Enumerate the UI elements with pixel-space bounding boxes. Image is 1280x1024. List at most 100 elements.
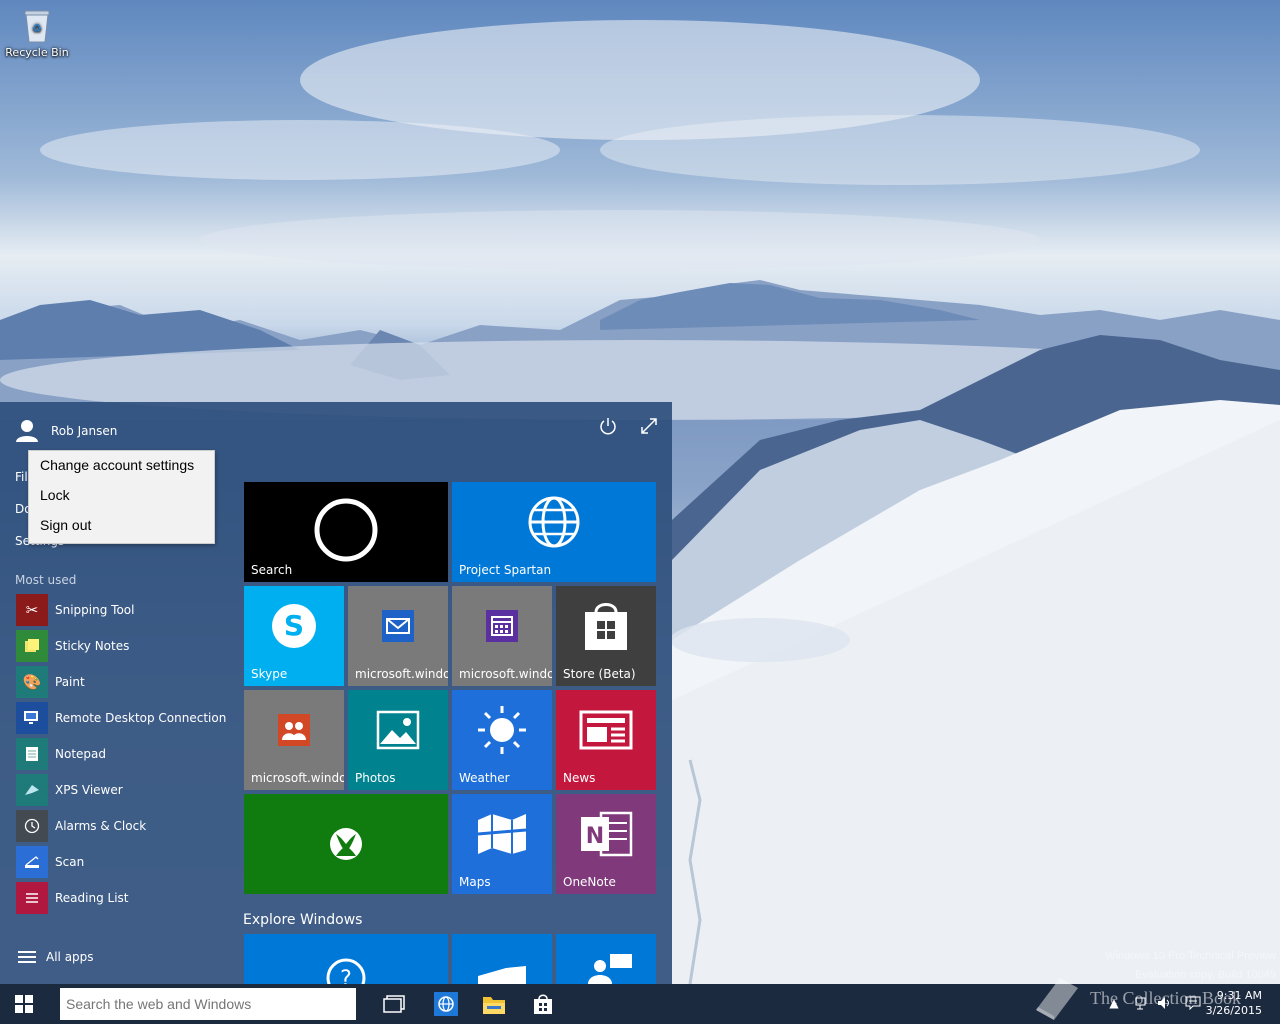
globe-icon [452,482,656,562]
tile-skype[interactable]: S Skype [244,586,344,686]
tile-label: Project Spartan [459,563,552,577]
tile-xbox[interactable] [244,794,448,894]
svg-text:♻: ♻ [32,22,42,35]
help-icon: ? [326,958,366,984]
tile-label: microsoft.windo [251,771,344,785]
globe-icon [434,992,458,1016]
most-used-remote-desktop[interactable]: Remote Desktop Connection [16,702,226,734]
tile-label: Store (Beta) [563,667,636,681]
most-used-label: Sticky Notes [55,639,130,653]
tile-search[interactable]: Search [244,482,448,582]
clock-time: 9:31 AM [1216,989,1262,1002]
most-used-snipping-tool[interactable]: ✂ Snipping Tool [16,594,134,626]
user-account-button[interactable]: Rob Jansen [14,418,117,444]
tile-label: Photos [355,771,396,785]
scissors-icon: ✂ [16,594,48,626]
recycle-bin-label: Recycle Bin [5,46,69,59]
svg-text:?: ? [340,967,352,984]
most-used-label: Scan [55,855,85,869]
tile-onenote[interactable]: N OneNote [556,794,656,894]
tray-overflow-chevron-icon[interactable]: ▲ [1106,996,1122,1012]
skype-icon: S [244,586,344,666]
most-used-alarms-clock[interactable]: Alarms & Clock [16,810,146,842]
list-icon [18,950,36,964]
tile-insider-hub[interactable] [556,934,656,984]
most-used-scan[interactable]: Scan [16,846,84,878]
most-used-label: Reading List [55,891,129,905]
mail-icon [348,586,448,666]
taskbar: The Collection Book ▲ 9:31 AM 3/26/2015 [0,978,1280,1024]
reading-list-icon [16,882,48,914]
paint-icon: 🎨 [16,666,48,698]
explore-windows-header: Explore Windows [243,912,363,928]
most-used-notepad[interactable]: Notepad [16,738,106,770]
sun-icon [452,690,552,770]
recycle-bin-icon: ♻ [23,8,51,44]
most-used-label: Alarms & Clock [55,819,147,833]
start-button[interactable] [0,984,48,1024]
tile-calendar[interactable]: microsoft.windo [452,586,552,686]
calendar-icon [452,586,552,666]
store-bag-icon [534,994,552,1014]
taskbar-clock[interactable]: 9:31 AM 3/26/2015 [1206,988,1262,1018]
folder-icon [483,997,505,1014]
most-used-xps-viewer[interactable]: XPS Viewer [16,774,123,806]
user-name: Rob Jansen [51,424,118,438]
most-used-sticky-notes[interactable]: Sticky Notes [16,630,129,662]
most-used-label: Notepad [55,747,106,761]
tile-project-spartan[interactable]: Project Spartan [452,482,656,582]
tile-label: microsoft.windo [355,667,448,681]
people-icon [244,690,344,770]
scan-icon [16,846,48,878]
all-apps-button[interactable]: All apps [18,950,94,964]
tile-label: Weather [459,771,510,785]
most-used-label: Remote Desktop Connection [55,711,227,725]
power-icon[interactable] [598,416,618,436]
volume-icon[interactable] [1157,996,1173,1012]
watermark-line1: Windows 10 Pro Technical Preview [1105,950,1276,962]
menu-item-change-account-settings[interactable]: Change account settings [40,457,194,473]
tile-people[interactable]: microsoft.windo [244,690,344,790]
expand-icon[interactable] [639,416,659,436]
megaphone-icon [478,966,526,984]
taskbar-store-button[interactable] [527,988,559,1020]
action-center-icon[interactable] [1185,996,1201,1012]
store-bag-icon [556,586,656,666]
tile-label: Search [251,563,293,577]
most-used-reading-list[interactable]: Reading List [16,882,129,914]
tile-maps[interactable]: Maps [452,794,552,894]
account-context-menu: Change account settings Lock Sign out [28,450,215,544]
menu-item-sign-out[interactable]: Sign out [40,517,91,533]
tile-label: News [563,771,596,785]
remote-desktop-icon [16,702,48,734]
tile-photos[interactable]: Photos [348,690,448,790]
tile-label: OneNote [563,875,616,889]
taskbar-search-input[interactable] [60,988,356,1020]
tile-weather[interactable]: Weather [452,690,552,790]
photos-icon [348,690,448,770]
book-icon [1036,978,1078,1020]
tile-store[interactable]: Store (Beta) [556,586,656,686]
newspaper-icon [556,690,656,770]
xbox-icon [244,794,448,894]
clock-date: 3/26/2015 [1205,1004,1262,1017]
most-used-label: XPS Viewer [55,783,123,797]
most-used-paint[interactable]: 🎨 Paint [16,666,85,698]
task-view-button[interactable] [378,988,410,1020]
people-chat-icon [588,954,632,984]
most-used-header: Most used [15,573,77,587]
tile-label: Skype [251,667,288,681]
task-view-icon [383,995,405,1013]
taskbar-spartan-button[interactable] [430,988,462,1020]
menu-item-lock[interactable]: Lock [40,487,70,503]
network-icon[interactable] [1134,996,1150,1012]
taskbar-file-explorer-button[interactable] [478,988,510,1020]
tile-news[interactable]: News [556,690,656,790]
map-icon [452,794,552,874]
recycle-bin[interactable]: ♻ Recycle Bin [4,8,70,59]
tile-get-started[interactable]: ? [244,934,448,984]
clock-icon [16,810,48,842]
tile-windows-feedback[interactable] [452,934,552,984]
tile-mail[interactable]: microsoft.windo [348,586,448,686]
svg-text:N: N [586,824,604,849]
